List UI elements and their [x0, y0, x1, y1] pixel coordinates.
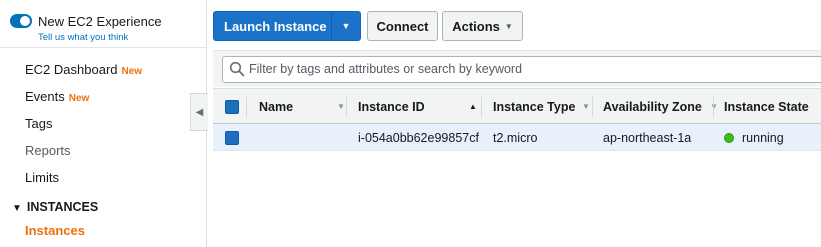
filter-box	[222, 56, 821, 83]
search-icon	[229, 61, 245, 77]
status-running-icon	[724, 132, 734, 143]
sidebar-section-instances[interactable]: ▼ INSTANCES	[12, 200, 98, 214]
column-separator	[346, 97, 347, 117]
new-experience-title: New EC2 Experience	[38, 14, 162, 29]
column-header-instance-state[interactable]: Instance State ▼	[724, 89, 821, 124]
column-separator	[713, 97, 714, 117]
filter-bar	[213, 50, 821, 87]
connect-button[interactable]: Connect	[367, 11, 438, 41]
launch-dropdown-toggle[interactable]: ▼	[331, 12, 360, 40]
sidebar-divider	[0, 47, 206, 48]
column-header-availability-zone[interactable]: Availability Zone ▼	[603, 89, 718, 124]
row-select-checkbox[interactable]	[225, 131, 239, 145]
column-header-label: Name	[259, 99, 294, 114]
column-header-label: Instance Type	[493, 99, 576, 114]
sidebar-item-limits[interactable]: Limits	[25, 170, 59, 185]
sidebar-item-tags[interactable]: Tags	[25, 116, 52, 131]
caret-down-icon: ▼	[504, 21, 513, 31]
instance-state-label: running	[742, 130, 784, 145]
column-header-label: Instance State	[724, 99, 809, 114]
sidebar-section-label: INSTANCES	[26, 200, 99, 214]
new-badge: New	[68, 93, 90, 104]
collapse-sidebar-handle[interactable]: ◀	[190, 93, 208, 131]
actions-button[interactable]: Actions ▼	[442, 11, 523, 41]
sort-icon: ▼	[337, 102, 345, 111]
launch-instance-label: Launch Instance	[224, 18, 327, 34]
table-header: Name ▼ Instance ID ▲ Instance Type ▼ Ava…	[213, 88, 821, 124]
feedback-link[interactable]: Tell us what you think	[38, 32, 128, 43]
select-all-checkbox[interactable]	[225, 100, 239, 114]
actions-label: Actions	[452, 18, 500, 34]
sidebar-item-ec2-dashboard[interactable]: EC2 Dashboard New	[25, 62, 142, 77]
column-header-label: Instance ID	[358, 99, 425, 114]
cell-instance-state: running	[724, 124, 784, 151]
cell-instance-id: i-054a0bb62e99857cf	[358, 130, 479, 145]
new-experience-toggle[interactable]	[10, 14, 32, 28]
sort-icon: ▼	[582, 102, 590, 111]
launch-instance-button[interactable]: Launch Instance ▼	[213, 11, 361, 41]
table-row[interactable]: i-054a0bb62e99857cf t2.micro ap-northeas…	[213, 124, 821, 151]
sort-ascending-icon: ▲	[469, 102, 477, 111]
column-header-name[interactable]: Name ▼	[259, 89, 347, 124]
column-separator	[246, 97, 247, 117]
column-separator	[592, 97, 593, 117]
column-header-label: Availability Zone	[603, 99, 702, 114]
chevron-left-icon: ◀	[195, 106, 204, 118]
filter-input[interactable]	[249, 60, 809, 78]
cell-availability-zone: ap-northeast-1a	[603, 130, 692, 145]
cell-instance-type: t2.micro	[493, 130, 538, 145]
column-header-instance-id[interactable]: Instance ID ▲	[358, 89, 480, 124]
sidebar-item-label: EC2 Dashboard	[25, 62, 118, 77]
new-badge: New	[121, 66, 143, 77]
sidebar-item-instances[interactable]: Instances	[25, 223, 85, 238]
sidebar-item-events[interactable]: Events New	[25, 89, 89, 104]
column-header-instance-type[interactable]: Instance Type ▼	[493, 89, 590, 124]
sidebar-item-reports[interactable]: Reports	[25, 143, 71, 158]
ec2-console: New EC2 Experience Tell us what you thin…	[0, 0, 821, 247]
caret-down-icon: ▼	[341, 21, 351, 31]
sidebar: New EC2 Experience Tell us what you thin…	[0, 0, 207, 247]
sidebar-item-label: Events	[25, 89, 65, 104]
caret-down-icon: ▼	[12, 203, 22, 214]
column-separator	[481, 97, 482, 117]
toggle-knob	[20, 16, 30, 26]
